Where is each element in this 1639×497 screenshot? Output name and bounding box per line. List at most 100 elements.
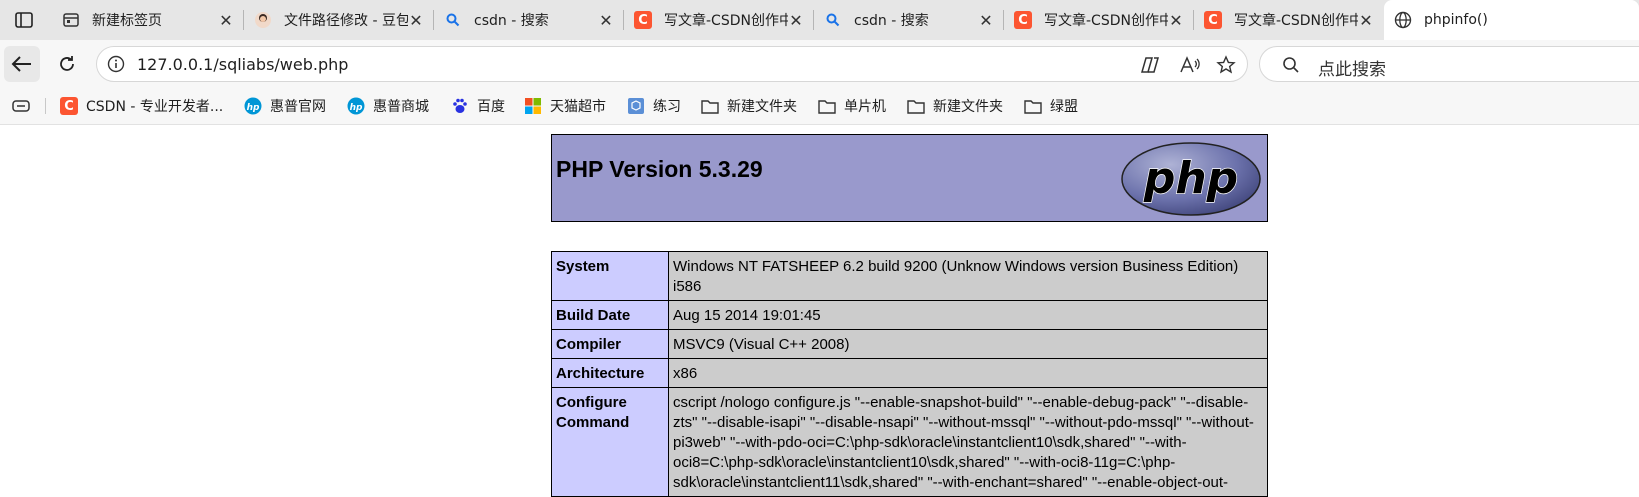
baidu-icon	[451, 97, 469, 115]
favorite-star-icon[interactable]	[1215, 54, 1237, 76]
url-text[interactable]: 127.0.0.1/sqliabs/web.php	[137, 55, 348, 74]
tab-label: 新建标签页	[92, 13, 162, 29]
hp-icon: hp	[347, 97, 365, 115]
close-icon[interactable]: ✕	[788, 11, 804, 30]
table-row: System Windows NT FATSHEEP 6.2 build 920…	[551, 251, 1268, 301]
refresh-icon	[60, 56, 74, 71]
row-value: cscript /nologo configure.js "--enable-s…	[668, 387, 1268, 497]
search-box[interactable]: 点此搜索	[1259, 46, 1639, 82]
site-info-icon[interactable]	[107, 55, 125, 77]
read-aloud-icon[interactable]	[1179, 54, 1201, 76]
bookmark-label: 单片机	[844, 99, 886, 115]
csdn-icon: C	[1014, 11, 1032, 29]
bookmarks-bar: C CSDN - 专业开发者... hp 惠普官网 hp 惠普商城 百度 天猫超…	[0, 88, 1639, 125]
page-content: PHP Version 5.3.29 php System Windows NT…	[0, 125, 1639, 497]
bookmark-hp-store[interactable]: hp 惠普商城	[347, 96, 429, 116]
copilot-icon[interactable]	[1139, 54, 1161, 76]
tab-label: 写文章-CSDN创作中心	[1044, 13, 1168, 29]
row-key: Compiler	[551, 329, 669, 359]
close-icon[interactable]: ✕	[1168, 11, 1184, 30]
cube-icon	[627, 97, 645, 115]
csdn-icon: C	[60, 97, 78, 115]
tab-phpinfo[interactable]: phpinfo()	[1384, 0, 1639, 40]
close-icon[interactable]: ✕	[218, 11, 234, 30]
bookmark-label: 百度	[477, 99, 505, 115]
search-icon	[444, 11, 462, 29]
close-icon[interactable]: ✕	[1358, 11, 1374, 30]
bookmark-label: 练习	[653, 99, 681, 115]
folder-icon	[1024, 97, 1042, 115]
back-button[interactable]	[4, 46, 40, 82]
tmall-icon	[524, 97, 542, 115]
doubao-avatar-icon	[254, 11, 272, 29]
row-key: Configure Command	[551, 387, 669, 497]
bookmark-label: 新建文件夹	[933, 99, 1003, 115]
row-value: MSVC9 (Visual C++ 2008)	[668, 329, 1268, 359]
bookmark-folder-4[interactable]: 绿盟	[1024, 96, 1078, 116]
php-logo-text: php	[1143, 153, 1238, 204]
search-icon	[824, 11, 842, 29]
bookmark-tmall[interactable]: 天猫超市	[524, 96, 606, 116]
bookmark-hp-official[interactable]: hp 惠普官网	[244, 96, 326, 116]
table-row: Compiler MSVC9 (Visual C++ 2008)	[551, 329, 1268, 359]
bookmark-folder-2[interactable]: 单片机	[818, 96, 886, 116]
folder-icon	[907, 97, 925, 115]
tab-label: 写文章-CSDN创作中心	[664, 13, 788, 29]
table-row: Build Date Aug 15 2014 19:01:45	[551, 300, 1268, 330]
tab-csdn-3[interactable]: C 写文章-CSDN创作中心 ✕	[1194, 0, 1384, 40]
php-logo: php	[1121, 142, 1261, 216]
bookmark-csdn[interactable]: C CSDN - 专业开发者...	[60, 96, 223, 116]
tab-actions-icon[interactable]	[10, 8, 38, 32]
bookmark-label: CSDN - 专业开发者...	[86, 99, 224, 115]
row-key: System	[551, 251, 669, 301]
row-key: Architecture	[551, 358, 669, 388]
new-tab-icon	[62, 11, 80, 29]
svg-text:hp: hp	[350, 103, 363, 113]
tab-csdn-2[interactable]: C 写文章-CSDN创作中心 ✕	[1004, 0, 1194, 40]
search-placeholder: 点此搜索	[1318, 60, 1386, 80]
tab-label: csdn - 搜索	[474, 13, 549, 29]
csdn-icon: C	[1204, 11, 1222, 29]
phpinfo-table: System Windows NT FATSHEEP 6.2 build 920…	[551, 251, 1268, 497]
address-bar[interactable]: 127.0.0.1/sqliabs/web.php	[96, 46, 1248, 82]
globe-icon	[1394, 11, 1412, 29]
tab-label: 写文章-CSDN创作中心	[1234, 13, 1358, 29]
bookmark-label: 惠普商城	[373, 99, 429, 115]
table-row: Configure Command cscript /nologo config…	[551, 387, 1268, 497]
bookmark-baidu[interactable]: 百度	[451, 96, 505, 116]
bookmark-practice[interactable]: 练习	[627, 96, 681, 116]
bookmark-label: 惠普官网	[270, 99, 326, 115]
tab-search-1[interactable]: csdn - 搜索 ✕	[434, 0, 624, 40]
folder-icon	[818, 97, 836, 115]
page-title: PHP Version 5.3.29	[556, 156, 763, 182]
row-key: Build Date	[551, 300, 669, 330]
svg-text:hp: hp	[247, 103, 260, 113]
bookmark-label: 新建文件夹	[727, 99, 797, 115]
navigation-toolbar: 127.0.0.1/sqliabs/web.php 点此搜索	[0, 40, 1639, 88]
back-arrow-icon	[11, 56, 31, 72]
tab-label: csdn - 搜索	[854, 13, 929, 29]
row-value: x86	[668, 358, 1268, 388]
bookmark-folder-3[interactable]: 新建文件夹	[907, 96, 1003, 116]
bookmark-label: 天猫超市	[550, 99, 606, 115]
tab-new-tab[interactable]: 新建标签页 ✕	[52, 0, 244, 40]
tab-doubao[interactable]: 文件路径修改 - 豆包 ✕	[244, 0, 434, 40]
tab-label: 文件路径修改 - 豆包	[284, 13, 408, 29]
bookmarks-menu-icon[interactable]	[12, 96, 30, 116]
refresh-button[interactable]	[49, 46, 85, 82]
search-icon	[1280, 54, 1302, 76]
hp-icon: hp	[244, 97, 262, 115]
tab-bar: 新建标签页 ✕ 文件路径修改 - 豆包 ✕ csdn - 搜索 ✕ C 写文章-…	[0, 0, 1639, 40]
close-icon[interactable]: ✕	[978, 11, 994, 30]
csdn-icon: C	[634, 11, 652, 29]
table-row: Architecture x86	[551, 358, 1268, 388]
bookmark-folder-1[interactable]: 新建文件夹	[701, 96, 797, 116]
folder-icon	[701, 97, 719, 115]
tab-csdn-1[interactable]: C 写文章-CSDN创作中心 ✕	[624, 0, 814, 40]
row-value: Aug 15 2014 19:01:45	[668, 300, 1268, 330]
bookmark-label: 绿盟	[1050, 99, 1078, 115]
close-icon[interactable]: ✕	[408, 11, 424, 30]
tab-search-2[interactable]: csdn - 搜索 ✕	[814, 0, 1004, 40]
php-version-header: PHP Version 5.3.29 php	[551, 134, 1268, 222]
close-icon[interactable]: ✕	[598, 11, 614, 30]
